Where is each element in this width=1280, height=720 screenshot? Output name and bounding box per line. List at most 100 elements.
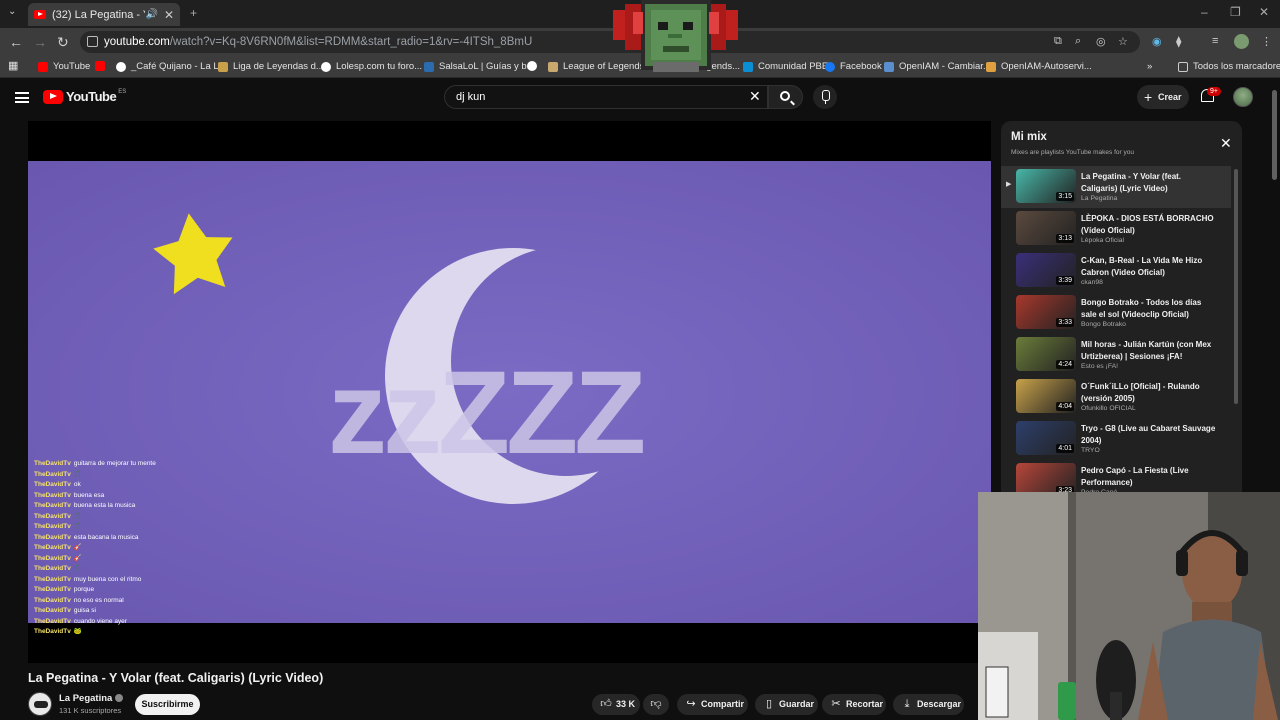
bookmark-facebook[interactable]: Facebook — [825, 61, 882, 72]
back-arrow-icon[interactable]: ← — [9, 34, 23, 50]
eye-off-icon[interactable]: ◎ — [1096, 35, 1106, 48]
playlist-item-title[interactable]: C-Kan, B-Real - La Vida Me Hizo Cabron (… — [1081, 255, 1216, 279]
chat-username: TheDavidTv — [34, 628, 71, 635]
bookmark-openiam-cambiar[interactable]: OpenIAM - Cambiar... — [884, 61, 991, 72]
bookmark-label: Todos los marcadores — [1193, 61, 1280, 72]
close-window-button[interactable]: ✕ — [1259, 5, 1269, 19]
playlist-item[interactable]: ▶ 3:15 La Pegatina - Y Volar (feat. Caliga… — [1001, 166, 1231, 208]
search-input[interactable]: dj kun — [444, 85, 768, 109]
close-tab-icon[interactable]: ✕ — [164, 8, 174, 22]
logo-text: YouTube — [66, 89, 117, 104]
media-control-icon[interactable]: ≡ — [1212, 35, 1218, 47]
bookmark-icon: ▯ — [765, 698, 773, 710]
channel-name-text: La Pegatina — [59, 693, 113, 704]
bookmark-lolesp[interactable]: Lolesp.com tu foro... — [321, 61, 422, 72]
playlist-item[interactable]: 3:13 LÈPOKA - DIOS ESTÁ BORRACHO (Vídeo O… — [1001, 208, 1231, 250]
playlist-item[interactable]: 4:04 O´Funk´iLLo [Oficial] - Rulando (ver… — [1001, 376, 1231, 418]
browser-tab-active[interactable]: (32) La Pegatina - Y Volar (f... 🔊 ✕ — [28, 3, 180, 26]
user-avatar[interactable] — [1233, 87, 1253, 107]
search-button[interactable] — [768, 85, 803, 109]
playlist-item[interactable]: 4:24 Mil horas - Julián Kartún (con Mex U… — [1001, 334, 1231, 376]
playlist-scrollbar[interactable] — [1234, 169, 1238, 404]
dislike-button[interactable]: 👎︎ — [643, 694, 669, 715]
profile-avatar[interactable] — [1234, 34, 1249, 49]
chat-username: TheDavidTv — [34, 596, 71, 604]
bookmark-youtube-small[interactable] — [95, 61, 110, 71]
clear-search-icon[interactable]: ✕ — [749, 88, 761, 105]
globe-icon — [321, 61, 331, 72]
chat-message: TheDavidTv cuando viene ayer — [34, 617, 294, 628]
playlist-thumbnail[interactable]: 4:24 — [1016, 337, 1076, 371]
playlist-thumbnail[interactable]: 3:39 — [1016, 253, 1076, 287]
playlist-thumbnail[interactable]: 3:13 — [1016, 211, 1076, 245]
create-label: Crear — [1158, 92, 1182, 102]
playlist-item-title[interactable]: O´Funk´iLLo [Oficial] - Rulando (versión… — [1081, 381, 1216, 405]
chat-username: TheDavidTv — [34, 554, 71, 562]
more-bookmarks-chevron-icon[interactable]: » — [1147, 61, 1152, 72]
playlist-item[interactable]: 3:33 Bongo Botrako - Todos los días sale … — [1001, 292, 1231, 334]
bookmark-openiam-autoservi[interactable]: OpenIAM-Autoservi... — [986, 61, 1092, 72]
extensions-puzzle-icon[interactable]: ⧫ — [1176, 35, 1181, 48]
playlist-thumbnail[interactable]: 3:15 — [1016, 169, 1076, 203]
playlist-item[interactable]: 4:01 Tryo - G8 (Live au Cabaret Sauvage 2… — [1001, 418, 1231, 460]
create-button[interactable]: + Crear — [1137, 85, 1189, 109]
chat-username: TheDavidTv — [34, 565, 71, 572]
video-player[interactable]: zzZZZ TheDavidTv guitarra de mejorar tu m… — [28, 121, 991, 663]
page-scrollbar[interactable] — [1272, 90, 1277, 180]
playlist-item-title[interactable]: Tryo - G8 (Live au Cabaret Sauvage 2004) — [1081, 423, 1216, 447]
playlist-thumbnail[interactable]: 4:04 — [1016, 379, 1076, 413]
save-button[interactable]: ▯ Guardar — [755, 694, 818, 715]
maximize-window-button[interactable]: ❐ — [1230, 5, 1241, 19]
channel-name[interactable]: La Pegatina — [59, 693, 124, 704]
playlist-item-title[interactable]: La Pegatina - Y Volar (feat. Caligaris) … — [1081, 171, 1216, 195]
bookmark-salsalol[interactable]: SalsaLoL | Guías y b... — [424, 61, 535, 72]
chat-text: guitarra de mejorar tu mente — [73, 460, 156, 467]
install-app-icon[interactable]: ⧉ — [1054, 35, 1062, 48]
now-playing-icon: ▶ — [1006, 181, 1012, 188]
zoom-icon[interactable]: ⌕ — [1075, 35, 1081, 48]
site-info-icon[interactable] — [87, 36, 98, 47]
download-button[interactable]: ⤓ Descargar — [893, 694, 964, 715]
thumbs-up-icon: 👍︎ — [600, 698, 612, 710]
playlist-item[interactable]: 3:39 C-Kan, B-Real - La Vida Me Hizo Cabr… — [1001, 250, 1231, 292]
bookmark-comunidad-pbe[interactable]: Comunidad PBE — [743, 61, 828, 72]
bookmark-cafe-quijano[interactable]: _Café Quijano - La L... — [116, 61, 227, 72]
playlist-item-title[interactable]: Pedro Capó - La Fiesta (Live Performance… — [1081, 465, 1216, 489]
bookmark-label: YouTube — [53, 61, 91, 72]
new-tab-button[interactable]: + — [190, 6, 197, 20]
menu-hamburger-icon[interactable] — [15, 92, 29, 103]
speaker-icon[interactable]: 🔊 — [145, 9, 157, 20]
extension-icon[interactable]: ◉ — [1152, 35, 1162, 48]
youtube-play-icon — [43, 89, 63, 104]
all-bookmarks-folder[interactable]: Todos los marcadores — [1178, 61, 1280, 72]
share-button[interactable]: ↪ Compartir — [677, 694, 748, 715]
tab-search-button[interactable]: ⌄ — [8, 6, 16, 17]
scissors-icon: ✂ — [831, 698, 841, 710]
like-button[interactable]: 👍︎ 33 K — [592, 694, 640, 715]
site-icon — [743, 61, 753, 72]
forward-arrow-icon[interactable]: → — [33, 34, 47, 50]
bookmark-liga-leyendas[interactable]: Liga de Leyendas d... — [218, 61, 324, 72]
voice-search-mic-icon[interactable] — [813, 85, 837, 109]
playlist-item-title[interactable]: Mil horas - Julián Kartún (con Mex Urtiz… — [1081, 339, 1216, 363]
chat-text: esta bacana la musica — [73, 533, 139, 541]
reload-icon[interactable]: ↻ — [57, 34, 69, 51]
subscribe-button[interactable]: Suscribirme — [135, 694, 200, 715]
minimize-window-button[interactable]: – — [1201, 5, 1208, 19]
clip-button[interactable]: ✂ Recortar — [822, 694, 886, 715]
apps-grid-icon[interactable]: ▦ — [8, 59, 18, 72]
channel-avatar[interactable] — [28, 692, 52, 716]
playlist-item-title[interactable]: Bongo Botrako - Todos los días sale el s… — [1081, 297, 1216, 321]
address-bar[interactable]: youtube.com/watch?v=Kq-8V6RN0fM&list=RDM… — [80, 31, 1140, 53]
chat-message: TheDavidTv buena esa — [34, 491, 294, 502]
playlist-thumbnail[interactable]: 3:33 — [1016, 295, 1076, 329]
close-playlist-icon[interactable]: ✕ — [1220, 135, 1232, 152]
bookmark-globe[interactable] — [527, 61, 542, 71]
plus-icon: + — [1144, 89, 1153, 105]
playlist-item-title[interactable]: LÈPOKA - DIOS ESTÁ BORRACHO (Vídeo Ofici… — [1081, 213, 1216, 237]
bookmark-youtube[interactable]: YouTube — [38, 61, 90, 72]
browser-menu-icon[interactable]: ⋮ — [1261, 35, 1272, 48]
youtube-logo[interactable]: YouTube ES — [43, 89, 126, 104]
bookmark-star-icon[interactable]: ☆ — [1118, 35, 1128, 48]
playlist-thumbnail[interactable]: 4:01 — [1016, 421, 1076, 455]
